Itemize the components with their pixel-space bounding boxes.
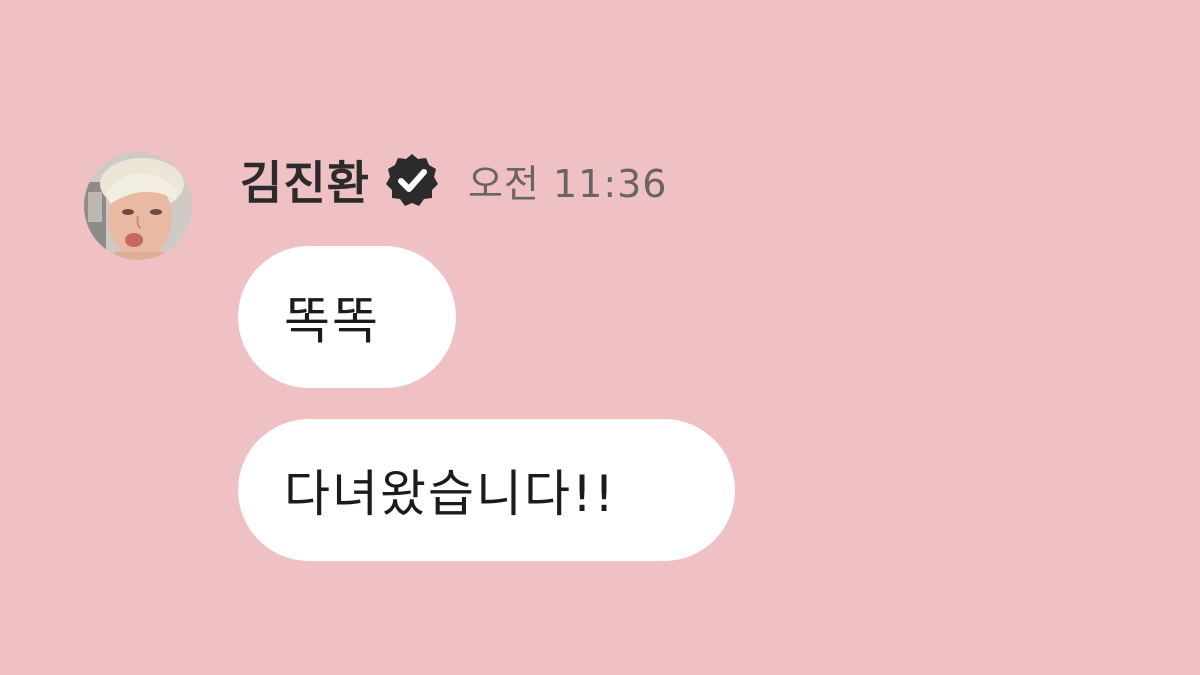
message-text: 다녀왔습니다!!	[284, 465, 617, 523]
message-bubble[interactable]: 다녀왔습니다!!	[238, 419, 735, 561]
message-bubble[interactable]: 똑똑	[238, 246, 456, 388]
chat-message-group: 김진환 오전 11:36 똑똑 다녀왔습니다!!	[0, 0, 1200, 675]
verified-badge-icon	[382, 150, 442, 210]
message-text: 똑똑	[284, 292, 380, 350]
sender-name[interactable]: 김진환	[240, 147, 370, 213]
sender-avatar[interactable]	[84, 152, 192, 260]
message-timestamp: 오전 11:36	[467, 161, 668, 206]
avatar-photo	[84, 152, 192, 260]
message-header: 김진환 오전 11:36	[240, 144, 667, 216]
